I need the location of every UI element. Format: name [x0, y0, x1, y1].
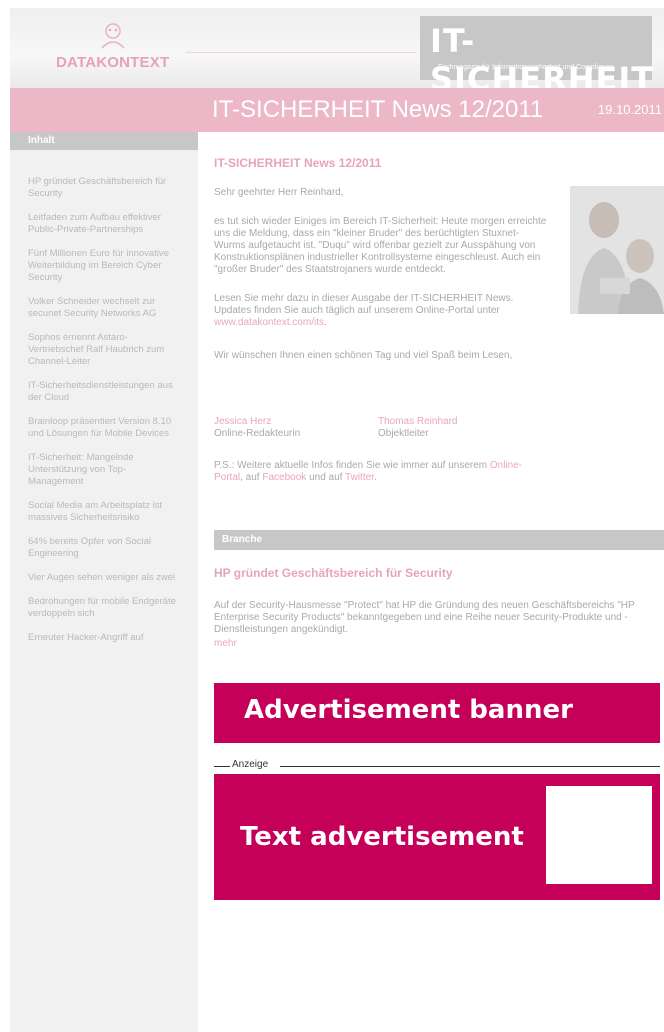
closing-paragraph: Wir wünschen Ihnen einen schönen Tag und… — [214, 350, 513, 361]
section-heading: Branche — [214, 530, 664, 550]
facebook-link[interactable]: Facebook — [262, 472, 306, 483]
datakontext-logo[interactable]: DATAKONTEXT — [56, 22, 184, 78]
signature-role: Objektleiter — [378, 428, 429, 439]
divider-line — [214, 766, 230, 767]
sidebar-toc: HP gründet Geschäftsbereich für Security… — [28, 176, 178, 656]
text-ad-image — [546, 786, 652, 884]
sidebar-item[interactable]: Bedrohungen für mobile Endgeräte verdopp… — [28, 596, 178, 620]
sidebar-item[interactable]: Vier Augen sehen weniger als zwei — [28, 572, 178, 584]
signature-name: Thomas Reinhard — [378, 416, 458, 427]
portal-link[interactable]: www.datakontext.com/its — [214, 317, 324, 328]
editors-photo-image — [570, 186, 664, 314]
title-bar: IT-SICHERHEIT News 12/2011 19.10.2011 — [10, 88, 664, 132]
paragraph-text: . — [373, 472, 377, 483]
paragraph-text: , auf — [240, 472, 263, 483]
brand-title: IT-SICHERHEIT — [430, 22, 655, 88]
sidebar-item[interactable]: Erneuter Hacker-Angriff auf — [28, 632, 178, 644]
divider-line — [280, 766, 660, 767]
anzeige-divider: Anzeige — [214, 759, 660, 773]
sidebar-item[interactable]: HP gründet Geschäftsbereich für Security — [28, 176, 178, 200]
paragraph-text: Lesen Sie mehr dazu in dieser Ausgabe de… — [214, 293, 514, 316]
intro-title: IT-SICHERHEIT News 12/2011 — [214, 156, 382, 170]
it-sicherheit-brand[interactable]: IT-SICHERHEIT Fachmagazin für Informatio… — [420, 16, 653, 88]
header-divider — [186, 52, 416, 53]
logo-text: DATAKONTEXT — [56, 54, 170, 71]
sidebar-item[interactable]: Sophos ernennt Astaro-Vertriebschef Ralf… — [28, 332, 178, 368]
signature-name: Jessica Herz — [214, 416, 272, 427]
signature-role: Online-Redakteurin — [214, 428, 301, 439]
brand-subtitle: Fachmagazin für Informationssicherheit u… — [438, 64, 614, 71]
news-body: Auf der Security-Hausmesse "Protect" hat… — [214, 600, 635, 635]
sidebar-item[interactable]: Brainloop präsentiert Version 8.10 und L… — [28, 416, 178, 440]
paragraph-text: P.S.: Weitere aktuelle Infos finden Sie … — [214, 460, 490, 471]
news-title[interactable]: HP gründet Geschäftsbereich für Security — [214, 566, 453, 580]
newsletter-title: IT-SICHERHEIT News 12/2011 — [212, 96, 544, 123]
newsletter-date: 19.10.2011 — [597, 102, 662, 117]
signature-manager: Thomas Reinhard Objektleiter — [378, 416, 457, 440]
paragraph-text: und auf — [306, 472, 346, 483]
more-link[interactable]: mehr — [214, 638, 237, 649]
sidebar-item[interactable]: Leitfaden zum Aufbau effektiver Public-P… — [28, 212, 178, 236]
text-advertisement[interactable]: Text advertisement — [214, 774, 660, 900]
editors-photo — [570, 186, 664, 314]
sidebar-heading: Inhalt — [10, 132, 198, 150]
intro-paragraph: Lesen Sie mehr dazu in dieser Ausgabe de… — [214, 293, 550, 329]
twitter-link[interactable]: Twitter — [345, 472, 374, 483]
newsletter-page: DATAKONTEXT IT-SICHERHEIT Fachmagazin fü… — [10, 8, 664, 1032]
sidebar-item[interactable]: Volker Schneider wechselt zur secunet Se… — [28, 296, 178, 320]
advertisement-banner[interactable]: Advertisement banner — [214, 683, 660, 743]
greeting: Sehr geehrter Herr Reinhard, — [214, 187, 344, 198]
sidebar-item[interactable]: Social Media am Arbeitsplatz ist massive… — [28, 500, 178, 524]
paragraph-text: . — [324, 317, 327, 328]
sidebar-item[interactable]: 64% bereits Opfer von Social Engineering — [28, 536, 178, 560]
sidebar-item[interactable]: Fünf Millionen Euro für innovative Weite… — [28, 248, 178, 284]
intro-paragraph: es tut sich wieder Einiges im Bereich IT… — [214, 216, 547, 275]
sidebar-item[interactable]: IT-Sicherheit: Mangelnde Unterstützung v… — [28, 452, 178, 488]
sidebar: Inhalt HP gründet Geschäftsbereich für S… — [10, 132, 198, 1032]
sidebar-item[interactable]: IT-Sicherheitsdienstleistungen aus der C… — [28, 380, 178, 404]
header: DATAKONTEXT IT-SICHERHEIT Fachmagazin fü… — [10, 8, 664, 88]
anzeige-label: Anzeige — [230, 759, 271, 770]
postscript: P.S.: Weitere aktuelle Infos finden Sie … — [214, 460, 550, 484]
text-ad-label: Text advertisement — [240, 822, 524, 852]
signature-editor: Jessica Herz Online-Redakteurin — [214, 416, 300, 440]
logo-mark-icon — [101, 23, 125, 49]
